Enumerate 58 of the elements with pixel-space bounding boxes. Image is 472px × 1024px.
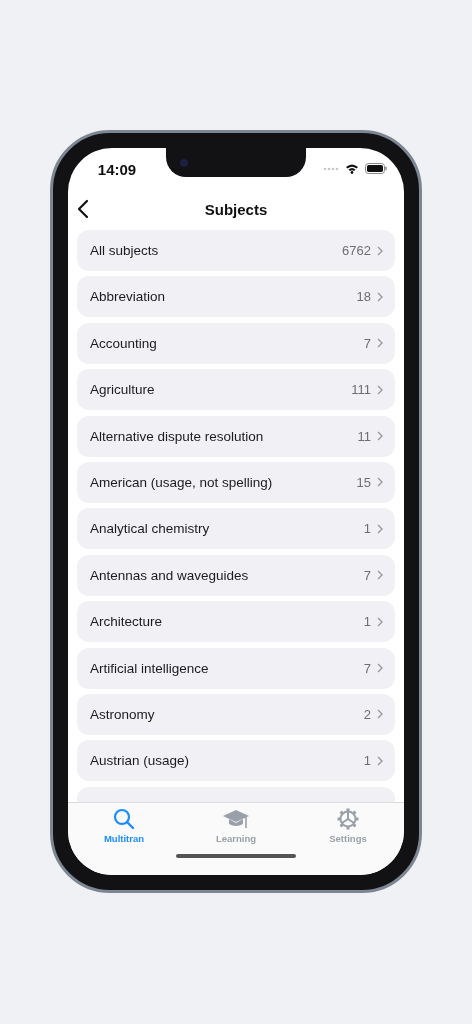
chevron-icon [377,663,383,673]
chevron-icon [377,384,383,395]
subject-name: Architecture [90,614,164,630]
subject-row[interactable]: Analytical chemistry 1 [77,508,395,550]
subject-count: 1 [363,753,371,769]
wifi-icon [345,163,359,174]
signal-icon [323,166,339,171]
subject-count: 7 [363,567,371,583]
chevron-icon [377,755,383,766]
subject-row[interactable]: American (usage, not spelling) 15 [77,461,395,503]
search-icon [112,807,136,831]
camera-icon [180,158,188,167]
settings-icon [336,807,360,831]
chevron-icon [377,616,383,627]
graduation-cap-icon [222,807,250,831]
subject-count: 1 [363,521,371,537]
subject-name: Antennas and waveguides [90,567,250,583]
chevron-icon [377,709,383,720]
subject-row[interactable]: Astronomy 2 [77,693,395,735]
subject-name: Artificial intelligence [90,660,210,676]
subject-count: 6762 [342,243,371,258]
chevron-icon [377,431,383,442]
chevron-icon [377,338,383,349]
subject-row[interactable]: Accounting 7 [77,322,395,364]
subject-name: Agriculture [90,382,156,398]
chevron-icon [377,291,383,302]
chevron-icon [377,523,383,534]
status-time: 14:09 [96,160,138,178]
subject-count: 1 [363,614,371,630]
subject-count: 2 [363,706,371,722]
subject-name: All subjects [90,243,160,258]
back-button[interactable] [76,198,90,220]
screen-title: Subjects [203,200,269,218]
subject-row[interactable]: Agriculture 111 [77,369,395,411]
chevron-icon [377,245,383,256]
subject-name: Analytical chemistry [90,521,211,537]
subject-row[interactable]: Alternative dispute resolution 11 [77,415,395,457]
chevron-icon [377,570,383,581]
subject-count: 15 [356,474,371,490]
chevron-icon [377,477,383,488]
subject-count: 18 [356,289,371,305]
subject-row[interactable]: All subjects 6762 [77,230,395,271]
subject-count: 7 [363,660,371,676]
subject-count: 11 [357,428,371,444]
subject-row[interactable]: Abbreviation 18 [77,276,395,318]
subject-name: Abbreviation [90,289,167,305]
subject-name: American (usage, not spelling) [90,474,274,490]
subject-name: Astronomy [90,706,156,722]
subject-row[interactable]: Architecture 1 [77,601,395,643]
subject-count: 111 [351,382,371,398]
subject-row[interactable]: Artificial intelligence 7 [77,647,395,689]
subject-row[interactable]: Antennas and waveguides 7 [77,554,395,596]
subject-row[interactable]: Austrian (usage) 1 [77,740,395,782]
battery-icon [365,163,387,174]
subject-count: 7 [363,335,371,351]
subject-name: Austrian (usage) [90,753,191,769]
subject-name: Alternative dispute resolution [90,428,265,444]
subject-name: Accounting [90,335,158,351]
